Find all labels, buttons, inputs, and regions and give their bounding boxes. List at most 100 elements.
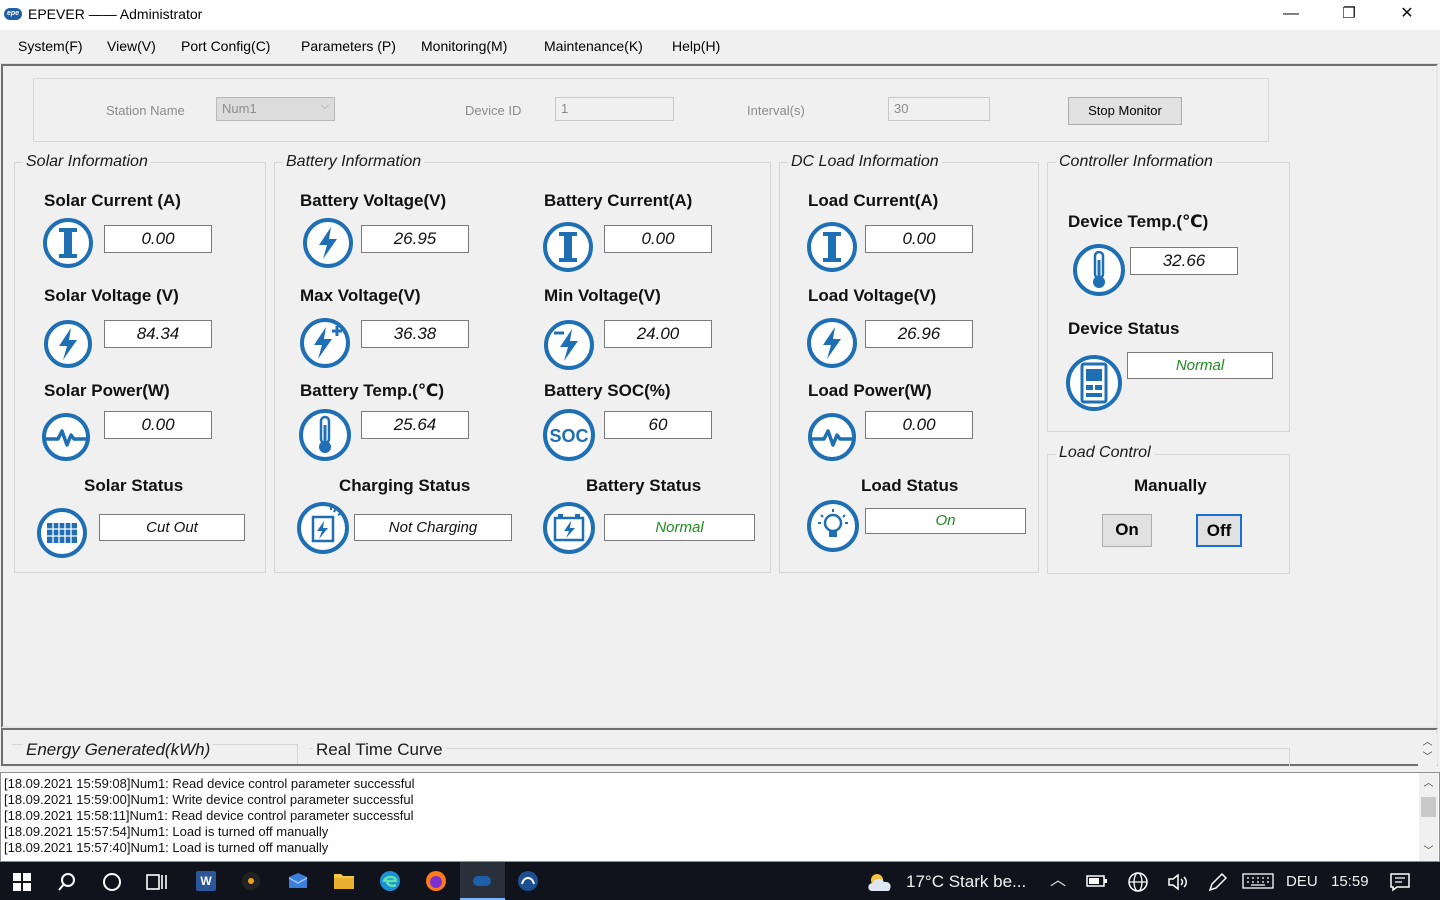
battery-voltage-label: Battery Voltage(V) <box>300 191 447 210</box>
solar-voltage-label: Solar Voltage (V) <box>44 286 179 305</box>
word-app-icon[interactable]: W <box>196 871 216 891</box>
load-on-button[interactable]: On <box>1102 514 1152 547</box>
stop-monitor-button[interactable]: Stop Monitor <box>1068 97 1182 125</box>
thermometer-icon <box>1073 244 1125 296</box>
mail-app-icon[interactable] <box>287 871 309 891</box>
volume-icon[interactable] <box>1167 872 1189 892</box>
load-group-title: DC Load Information <box>788 153 942 171</box>
scroll-up-icon[interactable]: ︿ <box>1419 775 1438 792</box>
battery-current-label: Battery Current(A) <box>544 191 693 210</box>
pen-icon[interactable] <box>1207 871 1229 893</box>
station-name-label: Station Name <box>106 103 185 118</box>
charging-icon <box>297 502 349 554</box>
log-box[interactable]: [18.09.2021 15:59:08]Num1: Read device c… <box>0 772 1440 862</box>
chevron-down-icon: ⌵ <box>320 100 329 112</box>
scroll-down-icon[interactable]: ﹀ <box>1418 749 1437 766</box>
battery-current-value: 0.00 <box>604 225 712 253</box>
solar-panel-icon <box>37 508 87 558</box>
solar-current-label: Solar Current (A) <box>44 191 181 210</box>
load-off-button[interactable]: Off <box>1196 514 1242 547</box>
log-line: [18.09.2021 15:57:40]Num1: Load is turne… <box>4 840 329 855</box>
menu-system[interactable]: System(F) <box>18 38 83 54</box>
taskbar-active-app[interactable] <box>460 862 505 900</box>
window-title: EPEVER —— Administrator <box>28 6 203 22</box>
windows-start-icon[interactable] <box>13 873 31 891</box>
network-globe-icon[interactable] <box>1127 871 1149 893</box>
log-scrollbar[interactable]: ︿ ﹀ <box>1419 773 1438 861</box>
task-view-icon[interactable] <box>146 872 168 892</box>
menu-help[interactable]: Help(H) <box>672 38 720 54</box>
min-voltage-icon <box>544 320 594 370</box>
load-mode-label: Manually <box>1134 476 1207 495</box>
station-name-select[interactable]: Num1 ⌵ <box>216 97 335 121</box>
app-logo-icon: epe <box>4 8 22 20</box>
solar-voltage-value: 84.34 <box>104 320 212 348</box>
close-button[interactable]: ✕ <box>1378 0 1436 30</box>
load-voltage-value: 26.96 <box>865 320 973 348</box>
device-temp-label: Device Temp.(℃) <box>1068 212 1209 231</box>
load-current-value: 0.00 <box>865 225 973 253</box>
menu-maintenance[interactable]: Maintenance(K) <box>544 38 643 54</box>
battery-temp-label: Battery Temp.(℃) <box>300 381 445 400</box>
device-status-label: Device Status <box>1068 319 1180 338</box>
clock-time[interactable]: 15:59 <box>1331 873 1369 890</box>
media-app-icon[interactable] <box>241 871 261 891</box>
device-id-label: Device ID <box>465 103 522 118</box>
menu-parameters[interactable]: Parameters (P) <box>301 38 396 54</box>
language-indicator[interactable]: DEU <box>1286 873 1318 890</box>
battery-status-label: Battery Status <box>586 476 702 495</box>
voltage-icon <box>303 218 353 268</box>
solar-status-value: Cut Out <box>99 514 245 541</box>
restore-button[interactable]: ❐ <box>1320 0 1378 30</box>
tabs-scrollbar[interactable]: ︿ ﹀ <box>1418 734 1437 766</box>
solar-status-label: Solar Status <box>84 476 184 495</box>
battery-soc-label: Battery SOC(%) <box>544 381 671 400</box>
edge-browser-icon[interactable] <box>379 870 401 892</box>
cortana-icon[interactable] <box>102 872 122 892</box>
touch-keyboard-icon[interactable] <box>1242 873 1274 889</box>
soc-icon: SOC <box>543 409 595 461</box>
load-status-value: On <box>865 508 1026 534</box>
menu-monitoring[interactable]: Monitoring(M) <box>421 38 507 54</box>
min-voltage-value: 24.00 <box>604 320 712 348</box>
menu-port-config[interactable]: Port Config(C) <box>181 38 270 54</box>
log-line: [18.09.2021 15:58:11]Num1: Read device c… <box>4 808 414 823</box>
app-circle-icon[interactable] <box>517 870 539 892</box>
chevron-up-icon[interactable]: ︿ <box>1046 862 1070 900</box>
notification-icon[interactable] <box>1389 872 1411 892</box>
solar-power-value: 0.00 <box>104 411 212 439</box>
search-icon[interactable] <box>57 872 77 892</box>
solar-power-label: Solar Power(W) <box>44 381 170 400</box>
file-explorer-icon[interactable] <box>333 872 355 890</box>
device-temp-value: 32.66 <box>1130 247 1238 275</box>
thermometer-icon <box>299 409 351 461</box>
load-control-group <box>1047 454 1290 574</box>
battery-temp-value: 25.64 <box>361 411 469 439</box>
current-icon <box>807 222 857 272</box>
interval-field[interactable]: 30 <box>888 97 990 121</box>
device-id-field[interactable]: 1 <box>555 97 674 121</box>
scroll-down-icon[interactable]: ﹀ <box>1419 843 1438 860</box>
menu-bar: System(F) View(V) Port Config(C) Paramet… <box>0 30 1440 64</box>
minimize-button[interactable]: — <box>1262 0 1320 30</box>
menu-view[interactable]: View(V) <box>107 38 156 54</box>
weather-cloud-icon[interactable] <box>866 871 896 893</box>
soc-icon-text: SOC <box>549 426 588 446</box>
tab-real-time-curve[interactable]: Real Time Curve <box>313 740 446 760</box>
controller-device-icon <box>1066 355 1122 411</box>
title-bar: epe EPEVER —— Administrator — ❐ ✕ <box>0 0 1440 30</box>
battery-tray-icon[interactable] <box>1086 874 1108 888</box>
log-line: [18.09.2021 15:57:54]Num1: Load is turne… <box>4 824 329 839</box>
current-icon <box>543 222 593 272</box>
curve-tab-box <box>310 748 1290 766</box>
scroll-thumb[interactable] <box>1421 797 1436 817</box>
battery-soc-value: 60 <box>604 411 712 439</box>
weather-text[interactable]: 17°C Stark be... <box>906 872 1026 892</box>
tab-energy-generated[interactable]: Energy Generated(kWh) <box>23 740 214 760</box>
load-status-label: Load Status <box>861 476 959 495</box>
station-name-value: Num1 <box>222 101 257 116</box>
firefox-browser-icon[interactable] <box>425 870 447 892</box>
controller-group-title: Controller Information <box>1056 153 1216 171</box>
power-pulse-icon <box>42 413 90 461</box>
load-power-value: 0.00 <box>865 411 973 439</box>
